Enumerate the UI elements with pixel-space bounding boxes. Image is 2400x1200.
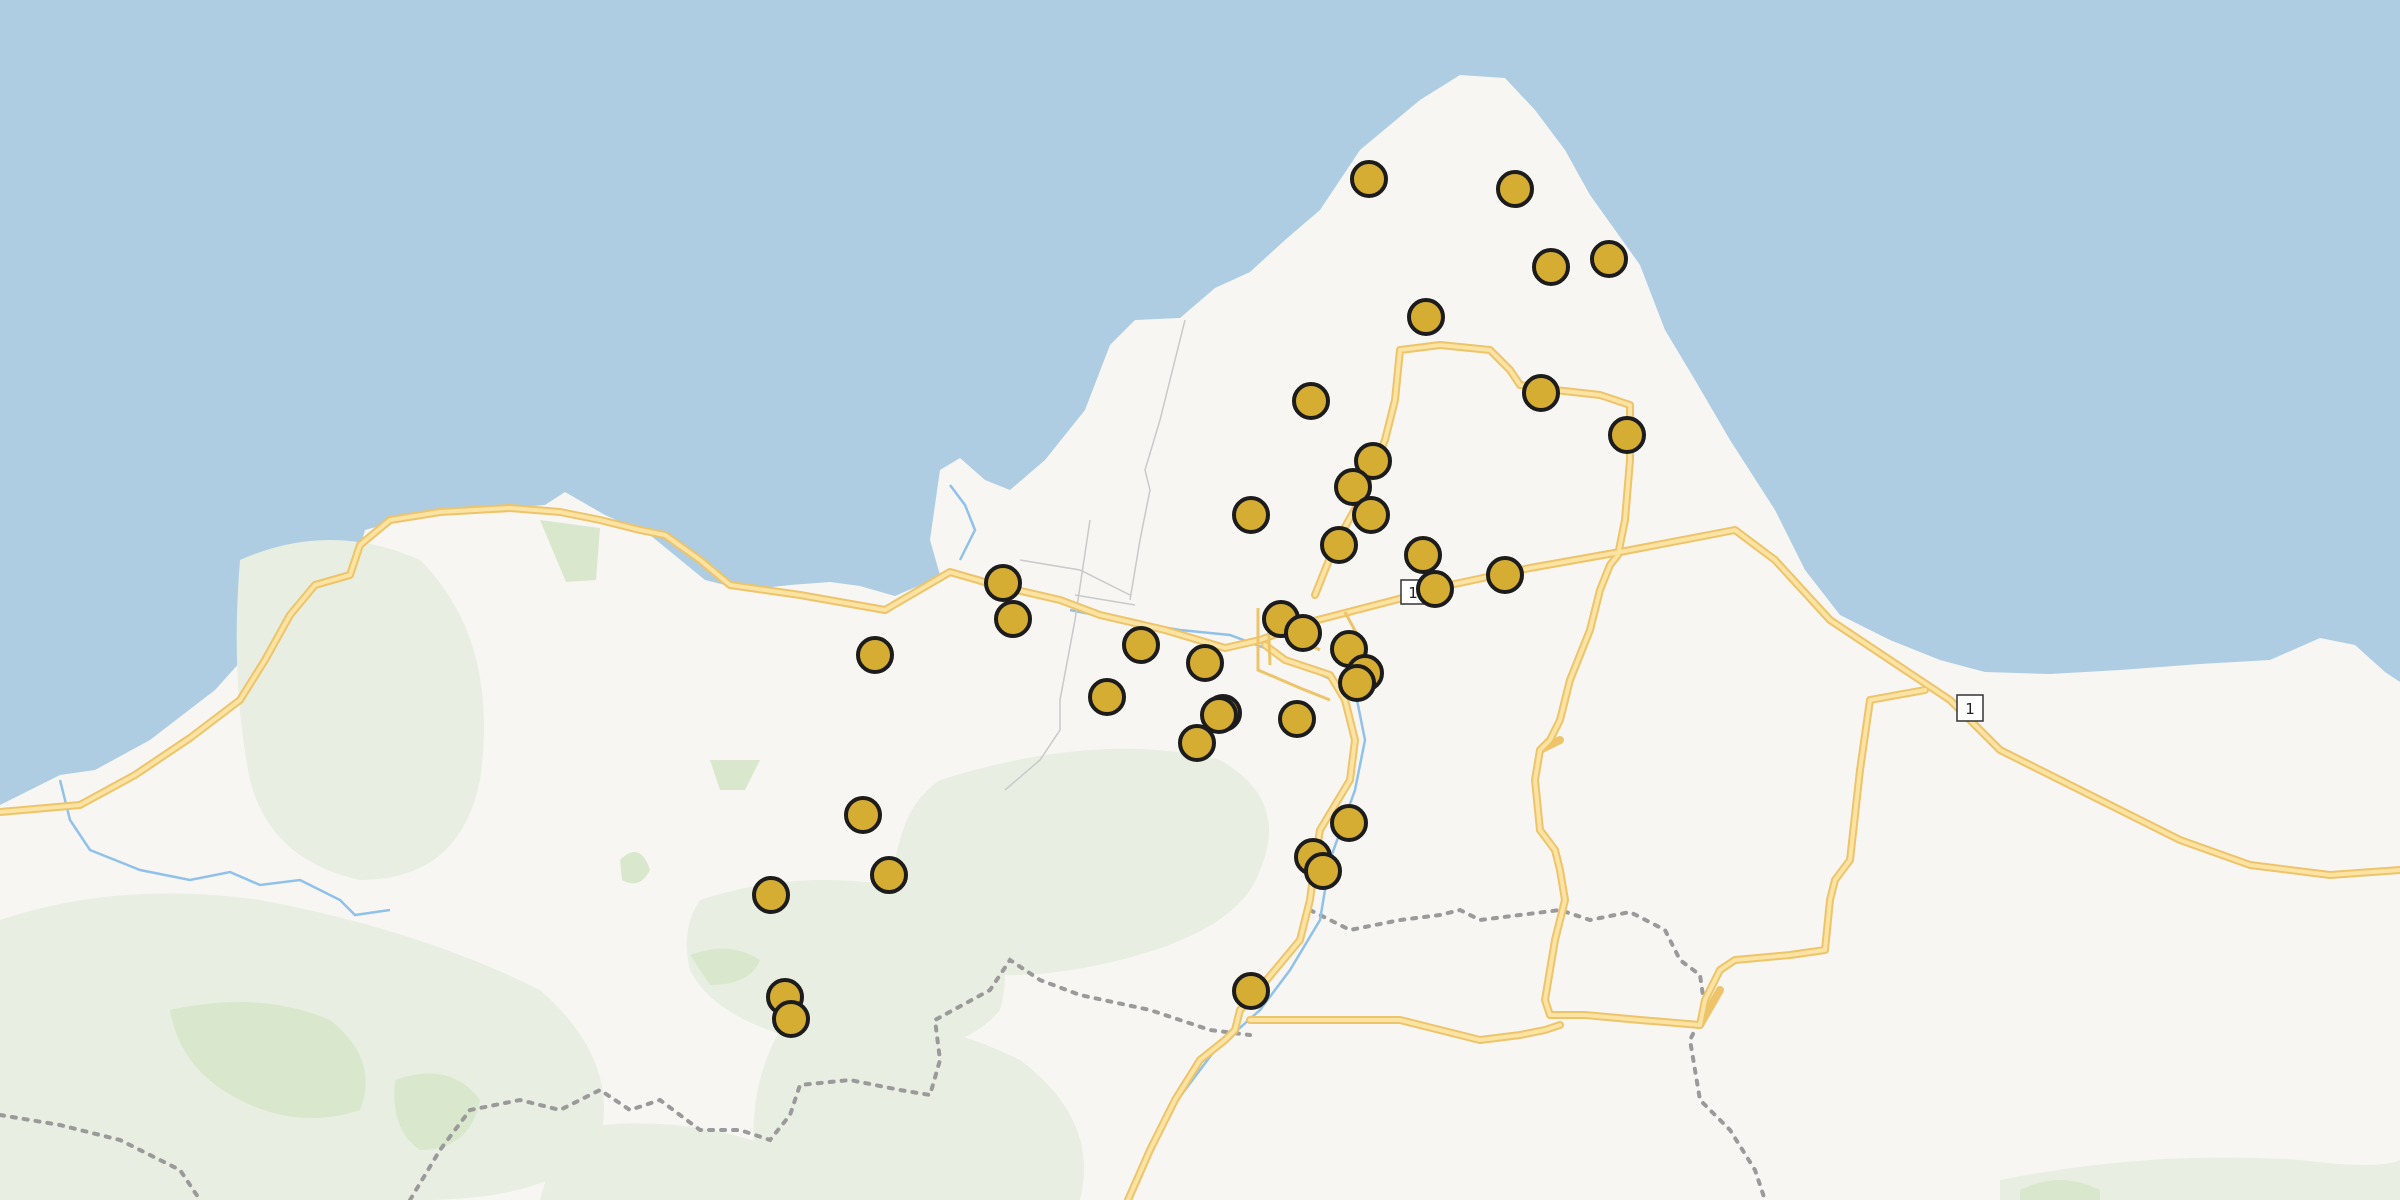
- poi-marker[interactable]: [1338, 664, 1376, 702]
- poi-marker[interactable]: [1088, 678, 1126, 716]
- poi-marker[interactable]: [1407, 298, 1445, 336]
- route-shield-2: 1: [1956, 694, 1984, 722]
- poi-marker[interactable]: [1532, 248, 1570, 286]
- poi-marker[interactable]: [1122, 626, 1160, 664]
- poi-marker[interactable]: [1486, 556, 1524, 594]
- map-svg[interactable]: 1 1: [0, 0, 2400, 1200]
- poi-marker[interactable]: [844, 796, 882, 834]
- poi-marker[interactable]: [1200, 696, 1238, 734]
- poi-marker[interactable]: [1404, 536, 1442, 574]
- poi-marker[interactable]: [1232, 972, 1270, 1010]
- poi-marker[interactable]: [1496, 170, 1534, 208]
- poi-marker[interactable]: [1304, 852, 1342, 890]
- route-shield-label: 1: [1965, 700, 1975, 718]
- poi-marker[interactable]: [984, 564, 1022, 602]
- poi-marker[interactable]: [1278, 700, 1316, 738]
- poi-marker[interactable]: [772, 1000, 810, 1038]
- poi-marker[interactable]: [1186, 644, 1224, 682]
- poi-marker[interactable]: [1330, 804, 1368, 842]
- poi-marker[interactable]: [1320, 526, 1358, 564]
- poi-marker[interactable]: [1522, 374, 1560, 412]
- poi-marker[interactable]: [1590, 240, 1628, 278]
- poi-marker[interactable]: [994, 600, 1032, 638]
- poi-marker[interactable]: [1352, 496, 1390, 534]
- map-canvas[interactable]: 1 1: [0, 0, 2400, 1200]
- poi-marker[interactable]: [1284, 614, 1322, 652]
- poi-marker[interactable]: [1416, 570, 1454, 608]
- poi-marker[interactable]: [1232, 496, 1270, 534]
- poi-marker[interactable]: [1178, 724, 1216, 762]
- poi-marker[interactable]: [870, 856, 908, 894]
- poi-marker[interactable]: [1608, 416, 1646, 454]
- poi-marker[interactable]: [856, 636, 894, 674]
- poi-marker[interactable]: [1292, 382, 1330, 420]
- poi-marker[interactable]: [752, 876, 790, 914]
- poi-marker[interactable]: [1350, 160, 1388, 198]
